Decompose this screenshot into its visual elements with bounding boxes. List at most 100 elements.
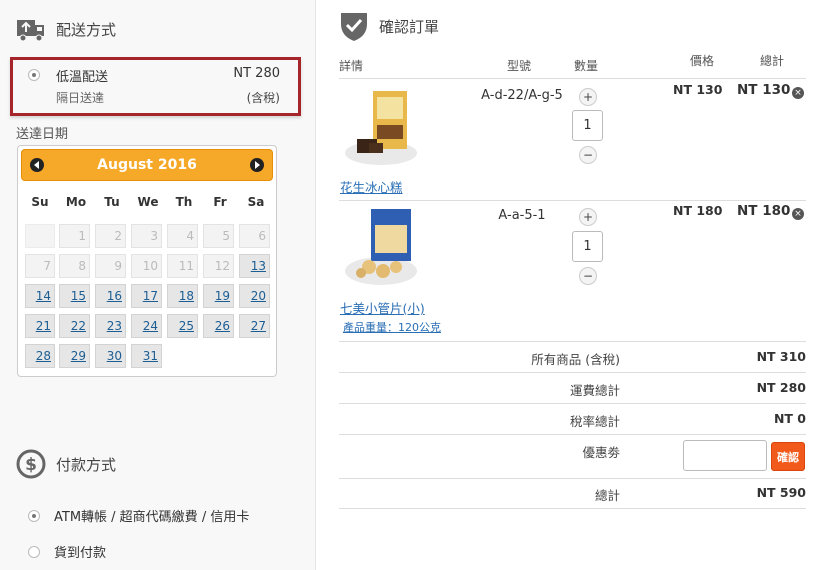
col-header-model: 型號 [507, 59, 532, 73]
payment-option-cod[interactable]: 貨到付款 [28, 542, 106, 561]
payment-radio-atm[interactable] [28, 509, 40, 522]
coupon-input[interactable] [683, 440, 767, 471]
calendar-day[interactable]: 29 [59, 344, 90, 368]
calendar-day[interactable]: 23 [95, 314, 126, 338]
delivery-date-label: 送達日期 [16, 127, 69, 142]
product-total: NT 130 [737, 82, 791, 98]
day-of-week-header: Mo [65, 195, 87, 209]
col-header-qty: 數量 [574, 59, 599, 73]
calendar-day[interactable]: 18 [167, 284, 198, 308]
delivery-truck-icon [17, 20, 44, 42]
qty-input[interactable]: 1 [572, 231, 603, 262]
calendar-day: 9 [95, 254, 126, 278]
calendar-day[interactable]: 26 [203, 314, 234, 338]
divider [339, 200, 806, 201]
col-header-detail: 詳情 [339, 59, 364, 73]
calendar-day: 2 [95, 224, 126, 248]
payment-option-label: ATM轉帳 / 超商代碼繳費 / 信用卡 [54, 510, 250, 525]
col-header-total: 總計 [760, 54, 785, 68]
calendar-day-empty [25, 224, 55, 248]
shield-check-icon [341, 13, 367, 41]
col-header-price: 價格 [690, 54, 715, 68]
calendar-day[interactable]: 14 [25, 284, 55, 308]
product-link[interactable]: 七美小管片(小) [340, 298, 425, 317]
calendar-day: 11 [167, 254, 198, 278]
dollar-circle-icon: $ [16, 449, 46, 479]
datepicker: August 2016 Su Mo Tu We Th Fr Sa 1 2 3 4 5 6 7 8 9 10 11 1… [17, 145, 277, 377]
tax-total-value: NT 0 [773, 411, 806, 426]
divider [339, 341, 806, 342]
remove-item-icon[interactable]: × [792, 87, 804, 99]
order-title: 確認訂單 [379, 17, 440, 36]
day-of-week-header: Fr [213, 195, 227, 209]
calendar-day: 3 [131, 224, 162, 248]
divider [339, 478, 806, 479]
payment-option-atm[interactable]: ATM轉帳 / 超商代碼繳費 / 信用卡 [28, 506, 249, 525]
shipping-option-price: NT 280 [233, 66, 280, 81]
order-header: 確認訂單 [339, 10, 439, 42]
shipping-total-value: NT 280 [756, 380, 806, 395]
calendar-day[interactable]: 28 [25, 344, 55, 368]
calendar-day: 7 [25, 254, 55, 278]
subtotal-label: 所有商品 (含稅) [531, 352, 620, 367]
grand-total-label: 總計 [594, 488, 620, 503]
product-image-squid-slices[interactable] [339, 205, 429, 293]
shipping-option-low-temp[interactable]: 低溫配送 NT 280 隔日送達 (含稅) [10, 57, 301, 116]
calendar-day[interactable]: 24 [131, 314, 162, 338]
day-of-week-header: Su [31, 195, 49, 209]
calendar-day[interactable]: 21 [25, 314, 55, 338]
shipping-option-name: 低溫配送 [56, 70, 109, 85]
shipping-title: 配送方式 [56, 20, 117, 39]
payment-title: 付款方式 [56, 455, 117, 474]
day-of-week-header: Tu [104, 195, 120, 209]
product-link[interactable]: 花生冰心糕 [340, 177, 403, 196]
payment-header: $ 付款方式 [16, 449, 116, 479]
divider [339, 403, 806, 404]
calendar-day[interactable]: 27 [239, 314, 270, 338]
product-model: A-a-5-1 [498, 208, 546, 223]
product-price: NT 180 [673, 203, 723, 218]
remove-item-icon[interactable]: × [792, 208, 804, 220]
calendar-day[interactable]: 20 [239, 284, 270, 308]
qty-input[interactable]: 1 [572, 110, 603, 141]
calendar-day[interactable]: 19 [203, 284, 234, 308]
product-photo [345, 209, 417, 285]
calendar-day[interactable]: 15 [59, 284, 90, 308]
shipping-radio[interactable] [28, 69, 40, 81]
shipping-option-tax: (含稅) [246, 91, 280, 105]
qty-plus-button[interactable]: + [579, 208, 597, 226]
datepicker-month-title: August 2016 [97, 157, 197, 173]
divider [339, 372, 806, 373]
qty-minus-button[interactable]: − [579, 267, 597, 285]
product-total: NT 180 [737, 203, 791, 219]
calendar-day[interactable]: 16 [95, 284, 126, 308]
product-image-peanut-cake[interactable] [339, 85, 429, 173]
coupon-label: 優惠劵 [582, 445, 620, 460]
grand-total-value: NT 590 [756, 485, 806, 500]
prev-month-icon[interactable] [30, 158, 44, 172]
shipping-option-desc: 隔日送達 [56, 91, 105, 105]
product-weight-note: 產品重量：120公克 [343, 321, 441, 334]
order-panel: 確認訂單 詳情 型號 數量 價格 總計 花生冰心糕 A-d-22/A-g-5 +… [317, 0, 838, 570]
payment-radio-cod[interactable] [28, 545, 40, 558]
payment-option-label: 貨到付款 [54, 546, 107, 561]
day-of-week-header: We [137, 195, 159, 209]
calendar-day[interactable]: 22 [59, 314, 90, 338]
next-month-icon[interactable] [250, 158, 264, 172]
calendar-day[interactable]: 13 [239, 254, 270, 278]
calendar-day[interactable]: 25 [167, 314, 198, 338]
tax-total-label: 稅率總計 [569, 414, 620, 429]
calendar-day[interactable]: 31 [131, 344, 162, 368]
coupon-confirm-button[interactable]: 確認 [771, 442, 805, 471]
calendar-day[interactable]: 17 [131, 284, 162, 308]
qty-plus-button[interactable]: + [579, 88, 597, 106]
divider [339, 434, 806, 435]
calendar-day: 10 [131, 254, 162, 278]
product-model: A-d-22/A-g-5 [481, 88, 563, 103]
calendar-day: 5 [203, 224, 234, 248]
shipping-total-label: 運費總計 [569, 383, 620, 398]
divider [339, 508, 806, 509]
calendar-day[interactable]: 30 [95, 344, 126, 368]
qty-minus-button[interactable]: − [579, 146, 597, 164]
svg-text:$: $ [25, 455, 37, 475]
